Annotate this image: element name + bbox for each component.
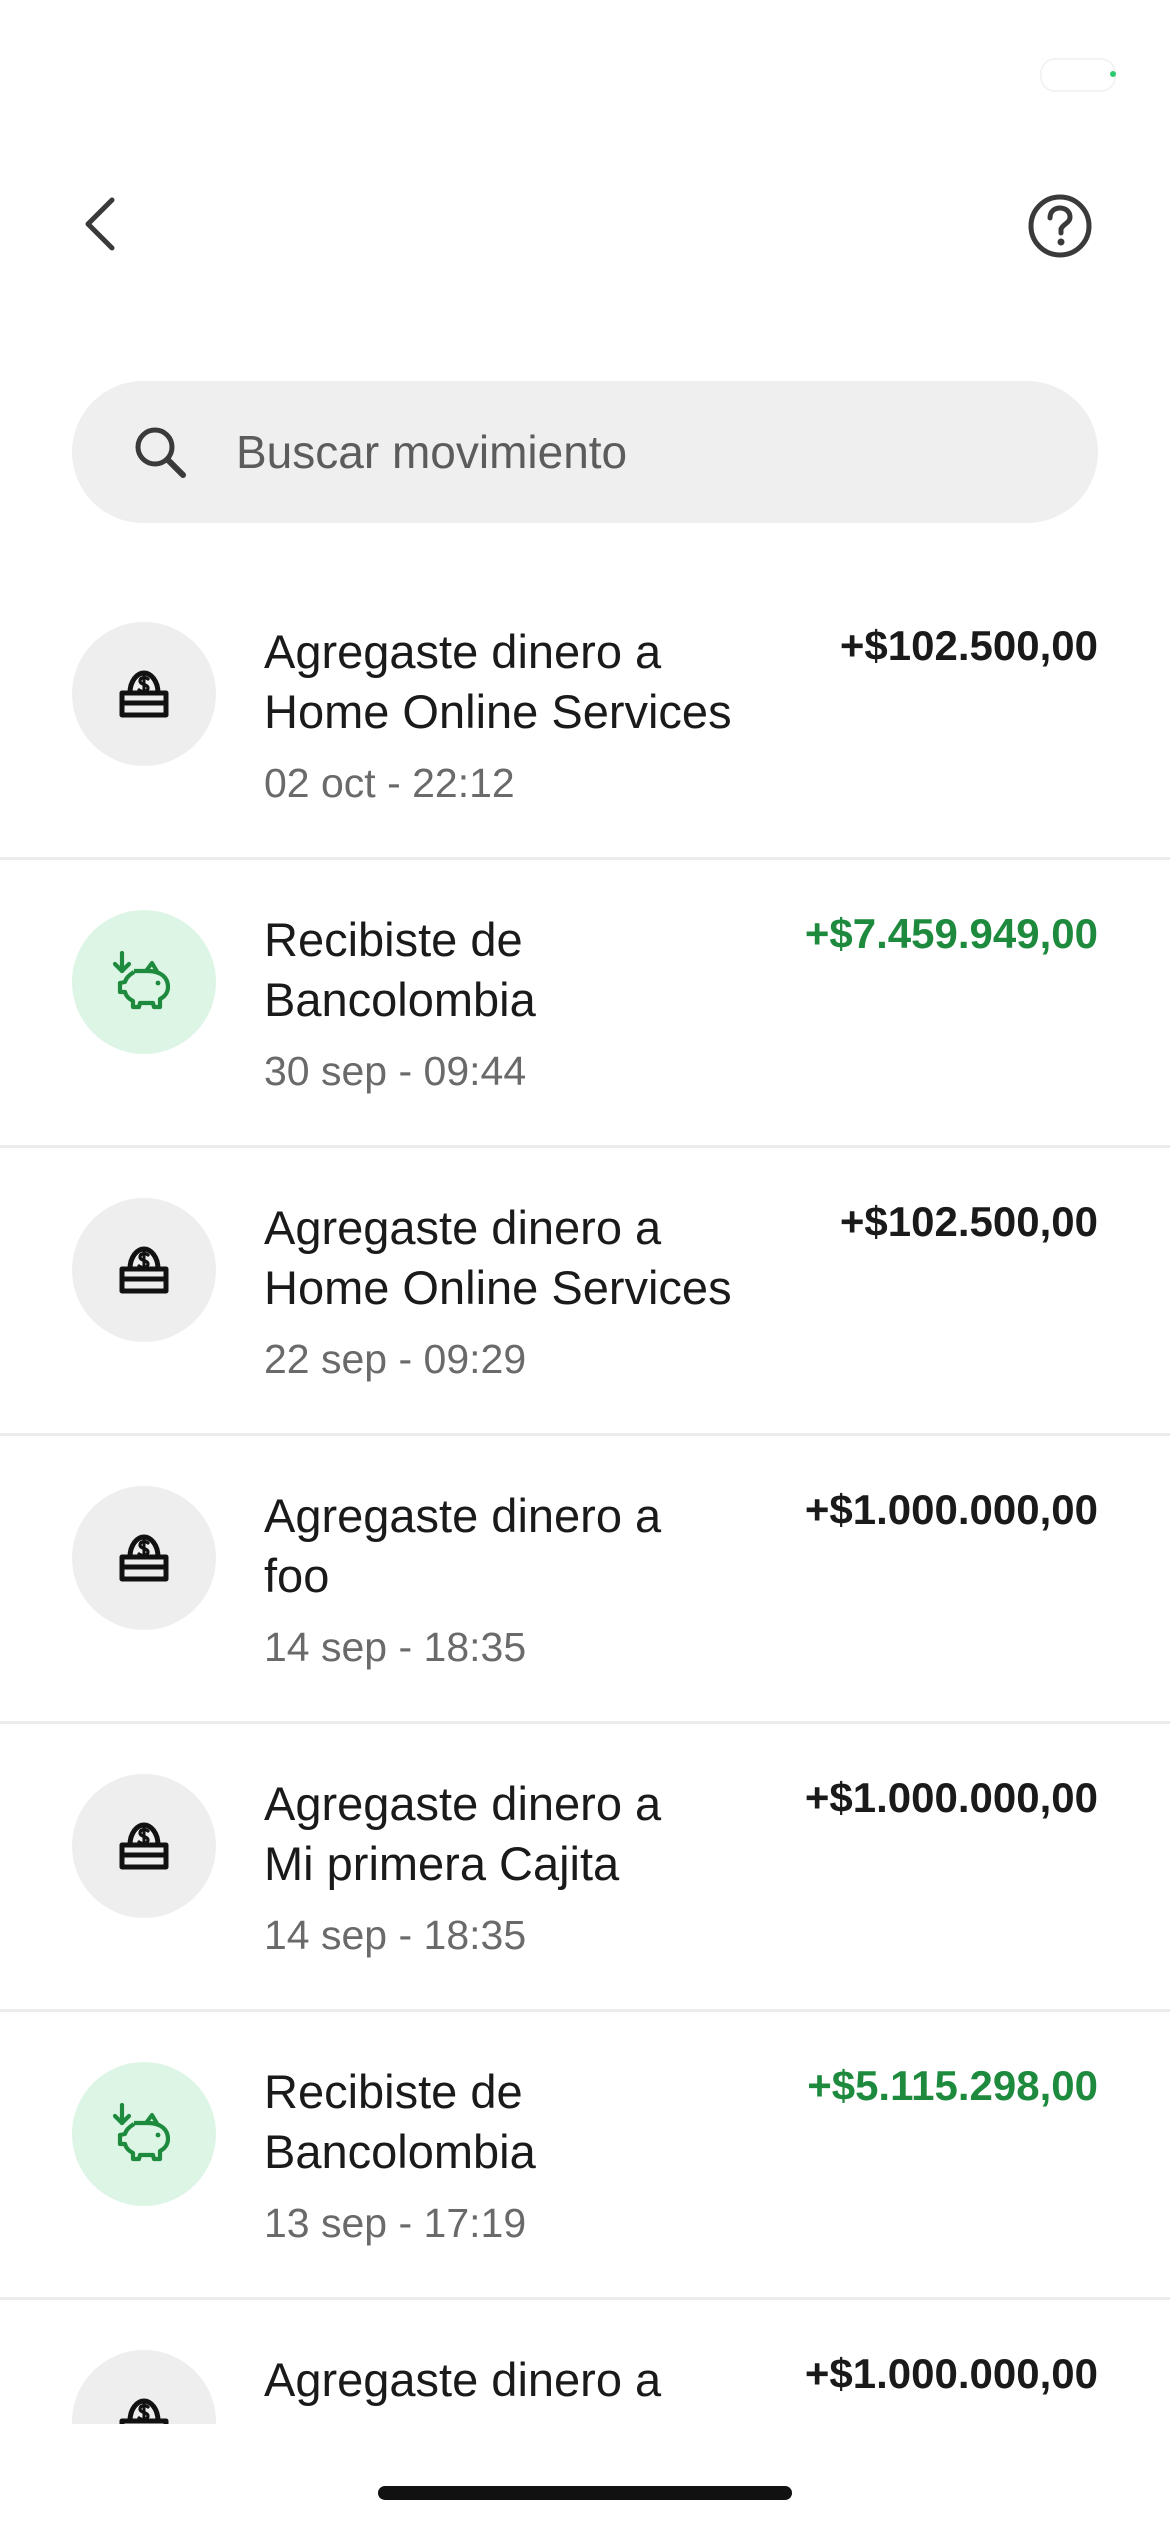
transaction-avatar (72, 622, 216, 766)
status-indicator (1040, 58, 1116, 92)
transaction-row[interactable]: Agregaste dinero a foo 14 sep - 18:35 +$… (0, 1436, 1170, 1724)
transaction-date: 22 sep - 09:29 (264, 1336, 527, 1382)
cajita-icon (119, 670, 169, 718)
transaction-title-line2: Home Online Services (264, 685, 732, 738)
cajita-icon (119, 1246, 169, 1294)
cajita-icon (119, 2398, 169, 2424)
transaction-avatar (72, 1774, 216, 1918)
search-bar[interactable] (72, 381, 1098, 523)
transaction-title: Agregaste dinero a Mi primera Cajita (264, 1774, 784, 1894)
transaction-row[interactable]: Agregaste dinero a Mi primera Cajita 14 … (0, 1724, 1170, 2012)
search-input[interactable] (236, 425, 1098, 479)
transaction-amount: +$1.000.000,00 (804, 1486, 1098, 1533)
transaction-amount: +$1.000.000,00 (804, 2350, 1098, 2397)
transaction-date: 14 sep - 18:35 (264, 1624, 527, 1670)
top-bar (0, 170, 1170, 280)
transaction-row[interactable]: Recibiste de Bancolombia 30 sep - 09:44 … (0, 860, 1170, 1148)
transaction-avatar (72, 1486, 216, 1630)
transaction-title: Agregaste dinero a (264, 2350, 784, 2410)
piggy-bank-icon (112, 2102, 171, 2162)
movements-screen: Agregaste dinero a Home Online Services … (0, 0, 1170, 2532)
transaction-row[interactable]: Agregaste dinero a Home Online Services … (0, 1148, 1170, 1436)
transaction-title-line1: Recibiste de (264, 913, 523, 966)
transaction-amount: +$1.000.000,00 (804, 1774, 1098, 1821)
back-button[interactable] (60, 184, 140, 264)
transaction-title-line1: Recibiste de (264, 2065, 523, 2118)
transaction-avatar (72, 1198, 216, 1342)
transaction-avatar (72, 910, 216, 1054)
cajita-icon (119, 1822, 169, 1870)
transaction-date: 02 oct - 22:12 (264, 760, 515, 806)
transaction-amount: +$7.459.949,00 (804, 910, 1098, 957)
home-indicator[interactable] (378, 2486, 792, 2500)
transaction-title: Recibiste de Bancolombia (264, 2062, 784, 2182)
transaction-title-line1: Agregaste dinero a (264, 1201, 662, 1254)
transaction-title: Agregaste dinero a Home Online Services (264, 1198, 784, 1318)
transaction-amount: +$102.500,00 (839, 1198, 1098, 1245)
transaction-title: Recibiste de Bancolombia (264, 910, 784, 1030)
transaction-date: 30 sep - 09:44 (264, 1048, 527, 1094)
transaction-title-line1: Agregaste dinero a (264, 625, 662, 678)
transaction-title-line2: Home Online Services (264, 1261, 732, 1314)
transaction-row[interactable]: Agregaste dinero a Home Online Services … (0, 572, 1170, 860)
transaction-amount: +$5.115.298,00 (807, 2062, 1098, 2109)
transaction-title: Agregaste dinero a Home Online Services (264, 622, 784, 742)
transaction-title-line2: Bancolombia (264, 973, 536, 1026)
transaction-date: 13 sep - 17:19 (264, 2200, 527, 2246)
transaction-title-line1: Agregaste dinero a (264, 1489, 662, 1542)
transaction-date: 14 sep - 18:35 (264, 1912, 527, 1958)
transactions-list[interactable]: Agregaste dinero a Home Online Services … (0, 572, 1170, 2424)
help-button[interactable] (1018, 184, 1102, 268)
transaction-title-line2: Mi primera Cajita (264, 1837, 620, 1890)
cajita-icon (119, 1534, 169, 1582)
transaction-row[interactable]: Recibiste de Bancolombia 13 sep - 17:19 … (0, 2012, 1170, 2300)
transaction-amount: +$102.500,00 (839, 622, 1098, 669)
piggy-bank-icon (112, 950, 171, 1010)
transaction-title-line1: Agregaste dinero a (264, 1777, 662, 1830)
search-icon (128, 420, 192, 484)
chevron-left-icon (85, 197, 115, 251)
transaction-title: Agregaste dinero a foo (264, 1486, 784, 1606)
transaction-row[interactable]: Agregaste dinero a +$1.000.000,00 (0, 2300, 1170, 2424)
question-circle-icon (1028, 194, 1092, 258)
transaction-title-line2: foo (264, 1549, 330, 1602)
transaction-avatar (72, 2062, 216, 2206)
transaction-title-line2: Bancolombia (264, 2125, 536, 2178)
transaction-title-line1: Agregaste dinero a (264, 2353, 662, 2406)
transaction-avatar (72, 2350, 216, 2424)
